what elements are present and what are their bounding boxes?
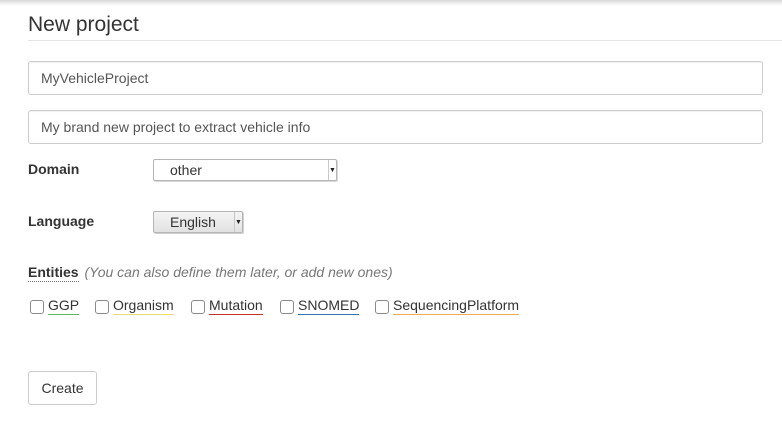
domain-select[interactable]: other ▼ xyxy=(153,159,337,181)
entities-label: Entities xyxy=(28,264,79,282)
language-select[interactable]: English ▼ xyxy=(153,211,243,233)
entity-ggp[interactable]: GGP xyxy=(30,297,80,315)
domain-label: Domain xyxy=(28,161,80,177)
dropdown-arrow-icon: ▼ xyxy=(234,212,242,232)
entity-snomed[interactable]: SNOMED xyxy=(280,297,360,315)
entity-sequencingplatform[interactable]: SequencingPlatform xyxy=(375,297,520,315)
project-description-input[interactable] xyxy=(28,110,763,144)
domain-select-value: other xyxy=(170,162,202,178)
entity-label: Organism xyxy=(113,297,174,315)
language-label: Language xyxy=(28,213,95,229)
top-shadow xyxy=(0,0,782,6)
entity-checkbox[interactable] xyxy=(191,300,205,314)
project-name-input[interactable] xyxy=(28,61,763,95)
create-button[interactable]: Create xyxy=(28,371,97,405)
dropdown-arrow-icon: ▼ xyxy=(328,160,336,180)
entity-checkbox[interactable] xyxy=(95,300,109,314)
entity-label: SNOMED xyxy=(298,297,360,315)
entity-checkbox[interactable] xyxy=(280,300,294,314)
entities-header: Entities (You can also define them later… xyxy=(28,264,393,282)
language-select-value: English xyxy=(170,214,216,230)
entity-label: SequencingPlatform xyxy=(393,297,520,315)
entity-mutation[interactable]: Mutation xyxy=(191,297,263,315)
entity-organism[interactable]: Organism xyxy=(95,297,174,315)
page-title: New project xyxy=(28,13,139,36)
entities-hint: (You can also define them later, or add … xyxy=(84,264,393,280)
entity-label: Mutation xyxy=(209,297,263,315)
entity-label: GGP xyxy=(48,297,80,315)
title-divider xyxy=(28,40,782,41)
entity-checkbox[interactable] xyxy=(375,300,389,314)
entity-checkbox[interactable] xyxy=(30,300,44,314)
